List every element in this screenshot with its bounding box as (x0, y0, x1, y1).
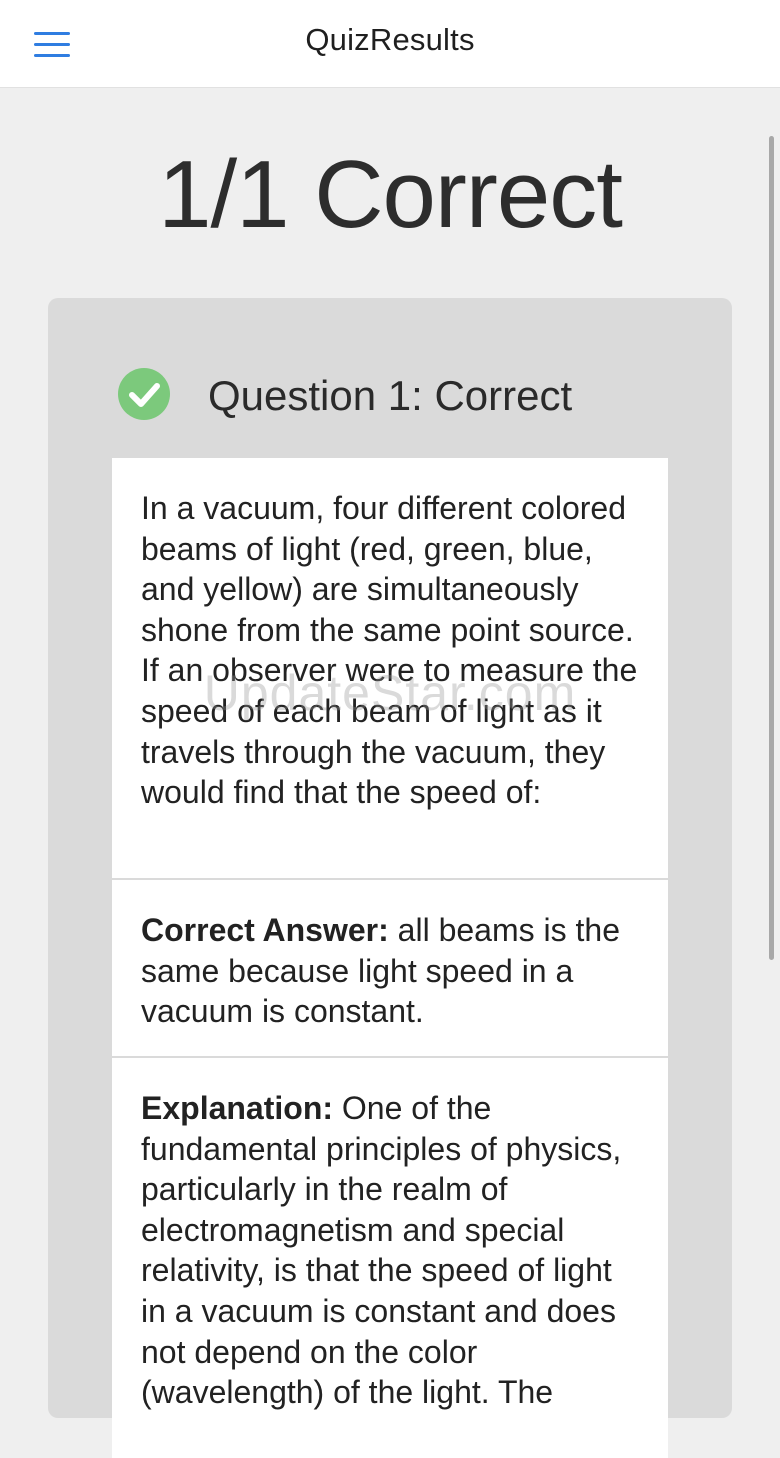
question-status-title: Question 1: Correct (208, 372, 573, 419)
question-text-panel: In a vacuum, four different colored beam… (112, 458, 668, 878)
explanation-label: Explanation: (141, 1090, 334, 1126)
explanation-panel: Explanation: One of the fundamental prin… (112, 1058, 668, 1458)
correct-answer-label: Correct Answer: (141, 912, 389, 948)
question-card: Question 1: Correct In a vacuum, four di… (48, 298, 732, 1458)
score-summary: 1/1 Correct (158, 141, 623, 248)
top-navigation-bar: QuizResults (0, 0, 780, 88)
question-text: In a vacuum, four different colored beam… (141, 490, 638, 811)
check-circle-icon (118, 368, 170, 420)
scrollbar[interactable] (769, 136, 774, 960)
page-title: QuizResults (305, 22, 475, 57)
question-header: Question 1: Correct (118, 368, 718, 424)
explanation-text: One of the fundamental principles of phy… (141, 1090, 622, 1411)
correct-answer-panel: Correct Answer: all beams is the same be… (112, 880, 668, 1056)
